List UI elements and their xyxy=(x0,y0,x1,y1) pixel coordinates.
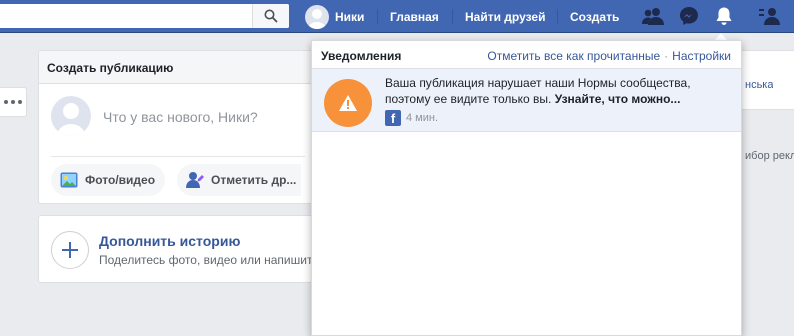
add-story-button[interactable] xyxy=(51,231,89,269)
default-avatar-icon xyxy=(57,103,85,136)
add-to-story-card[interactable]: Дополнить историю Поделитесь фото, видео… xyxy=(38,215,316,283)
photo-icon xyxy=(59,170,79,190)
notification-item[interactable]: Ваша публикация нарушает наши Нормы сооб… xyxy=(312,69,741,132)
warning-icon xyxy=(339,95,357,111)
quick-help-button[interactable] xyxy=(757,4,783,28)
facebook-icon: f xyxy=(385,110,401,126)
default-avatar-icon xyxy=(308,8,326,29)
find-friends-label: Найти друзей xyxy=(465,9,546,24)
search-icon xyxy=(264,9,278,23)
quick-help-icon xyxy=(759,8,780,25)
right-column-text: ибор рекл xyxy=(745,150,794,162)
notifications-bell-icon xyxy=(716,7,732,25)
nav-divider xyxy=(452,9,453,24)
friends-icon xyxy=(642,8,664,25)
tag-friends-icon xyxy=(185,170,205,190)
nav-divider xyxy=(377,9,378,24)
top-nav-bar: Ники Главная Найти друзей Создать xyxy=(0,0,794,33)
warning-badge xyxy=(324,79,372,127)
search-button[interactable] xyxy=(252,4,289,28)
create-post-header[interactable]: Создать публикацию xyxy=(39,51,315,84)
profile-link[interactable]: Ники xyxy=(305,0,364,33)
tag-friends-label: Отметить др... xyxy=(211,173,297,187)
search-input[interactable] xyxy=(0,4,289,28)
notifications-button[interactable] xyxy=(711,4,737,28)
photo-video-button[interactable]: Фото/видео xyxy=(51,164,166,196)
home-label: Главная xyxy=(390,9,439,24)
story-subtitle: Поделитесь фото, видео или напишит xyxy=(99,253,313,267)
avatar[interactable] xyxy=(51,96,91,136)
messenger-icon xyxy=(680,7,698,25)
notification-settings-link[interactable]: Настройки xyxy=(672,49,731,63)
notifications-dropdown: Уведомления Отметить все как прочитанные… xyxy=(311,40,742,336)
home-link[interactable]: Главная xyxy=(390,0,439,33)
more-options-button[interactable] xyxy=(0,87,27,117)
notification-time: 4 мин. xyxy=(406,112,439,124)
right-column-text: нська xyxy=(745,79,774,91)
notification-text: Ваша публикация нарушает наши Нормы сооб… xyxy=(385,75,695,107)
friend-requests-button[interactable] xyxy=(640,4,666,28)
avatar xyxy=(305,4,329,29)
profile-name: Ники xyxy=(335,9,365,24)
notifications-title: Уведомления xyxy=(321,49,402,63)
tag-friends-button[interactable]: Отметить др... xyxy=(177,164,301,196)
notification-meta: f 4 мин. xyxy=(385,110,438,126)
messenger-button[interactable] xyxy=(676,4,702,28)
notifications-header: Уведомления Отметить все как прочитанные… xyxy=(312,41,741,69)
more-dot-icon xyxy=(18,100,22,104)
story-title[interactable]: Дополнить историю xyxy=(99,233,240,249)
divider xyxy=(51,156,305,157)
notifications-actions: Отметить все как прочитанные · Настройки xyxy=(487,49,731,63)
create-label: Создать xyxy=(570,9,620,24)
create-post-card: Создать публикацию Что у вас нового, Ник… xyxy=(38,50,316,204)
post-text-input[interactable]: Что у вас нового, Ники? xyxy=(103,109,258,125)
photo-video-label: Фото/видео xyxy=(85,173,156,187)
learn-more-link[interactable]: Узнайте, что можно... xyxy=(555,92,681,106)
plus-icon xyxy=(62,242,78,258)
more-dot-icon xyxy=(4,100,8,104)
find-friends-link[interactable]: Найти друзей xyxy=(465,0,545,33)
mark-all-read-link[interactable]: Отметить все как прочитанные xyxy=(487,49,660,63)
nav-divider xyxy=(557,9,558,24)
more-dot-icon xyxy=(11,100,15,104)
create-link[interactable]: Создать xyxy=(570,0,619,33)
